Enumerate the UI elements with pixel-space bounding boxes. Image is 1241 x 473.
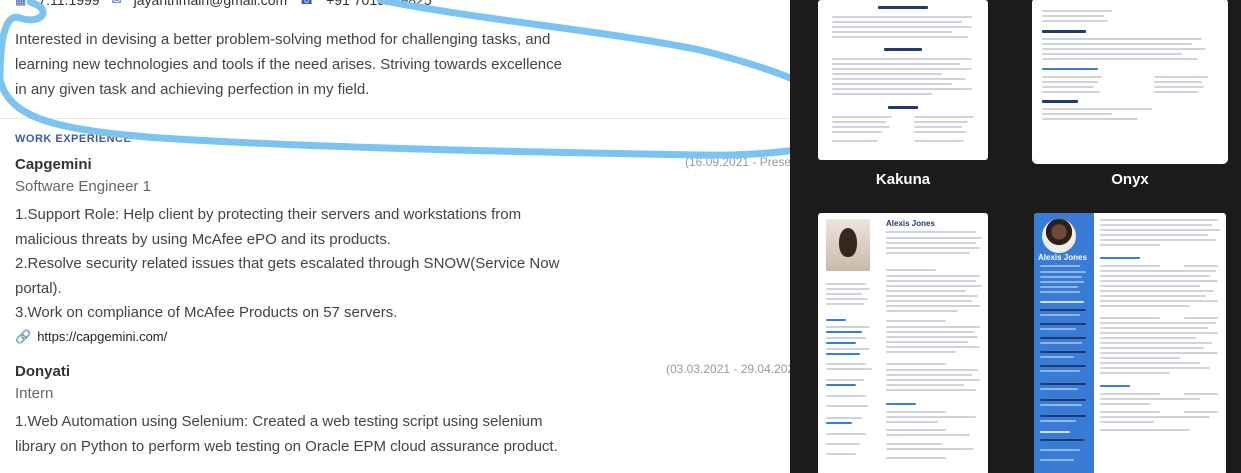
birthdate: 7.11.1999 [38, 0, 100, 8]
template-photo [826, 219, 870, 271]
calendar-icon: ▦ [15, 0, 27, 7]
template-preview-name: Alexis Jones [1038, 253, 1087, 262]
job-bullet: 1.Web Automation using Selenium: Created… [15, 413, 558, 455]
job-link[interactable]: 🔗 https://capgemini.com/ [15, 329, 790, 345]
template-preview-name: Alexis Jones [886, 219, 935, 228]
profile-summary: Interested in devising a better problem-… [15, 31, 562, 98]
phone: +91 7019189825 [326, 0, 432, 8]
template-label-kakuna[interactable]: Kakuna [818, 171, 988, 188]
template-gallery: Kakuna Onyx Alexis Jones Alexis Jones [790, 0, 1241, 473]
job-date: (03.03.2021 - 29.04.2021) [666, 362, 790, 376]
job-date: (16.09.2021 - Present) [685, 155, 790, 169]
job-role: Intern [15, 385, 54, 402]
section-divider [0, 118, 790, 119]
template-photo [1042, 219, 1076, 253]
template-label-onyx[interactable]: Onyx [1034, 171, 1226, 188]
template-card-4[interactable]: Alexis Jones [1034, 213, 1226, 473]
contact-row: ▦ 7.11.1999 ✉ jayanthmain@gmail.com ☎ +9… [15, 0, 432, 8]
job-bullet: 3.Work on compliance of McAfee Products … [15, 304, 398, 321]
job-link-url[interactable]: https://capgemini.com/ [37, 329, 167, 344]
job-company: Capgemini [15, 156, 92, 173]
job-entry: Donyati Intern (03.03.2021 - 29.04.2021)… [15, 362, 790, 459]
job-description: 1.Support Role: Help client by protectin… [15, 203, 575, 326]
job-bullet: 1.Support Role: Help client by protectin… [15, 206, 522, 248]
template-card-kakuna[interactable] [818, 0, 988, 160]
email-icon: ✉ [111, 0, 122, 7]
template-card-3[interactable]: Alexis Jones [818, 213, 988, 473]
job-description: 1.Web Automation using Selenium: Created… [15, 410, 575, 459]
work-experience-heading: WORK EXPERIENCE [15, 133, 132, 145]
job-entry: Capgemini Software Engineer 1 (16.09.202… [15, 155, 790, 345]
template-card-onyx[interactable] [1032, 0, 1228, 164]
phone-icon: ☎ [299, 0, 315, 7]
resume-preview: ▦ 7.11.1999 ✉ jayanthmain@gmail.com ☎ +9… [0, 0, 790, 473]
job-role: Software Engineer 1 [15, 178, 151, 195]
email: jayanthmain@gmail.com [133, 0, 288, 8]
job-bullet: 2.Resolve security related issues that g… [15, 255, 560, 297]
link-icon: 🔗 [15, 328, 32, 344]
